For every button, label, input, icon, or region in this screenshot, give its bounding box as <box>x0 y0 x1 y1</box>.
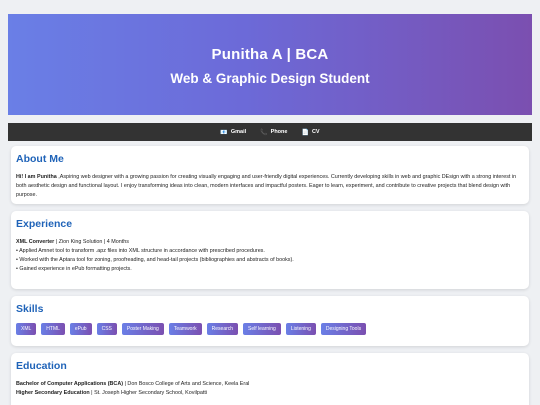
experience-role-line: XML Converter | Zion King Solution | 4 M… <box>16 238 524 247</box>
phone-icon: 📞 <box>260 129 268 136</box>
skill-tag-list: XML HTML ePub CSS Poster Making Teamwork… <box>16 323 524 335</box>
nav-cv-link[interactable]: 📄 CV <box>301 129 319 136</box>
skill-tag: HTML <box>41 323 65 335</box>
education-degree: Higher Secondary Education <box>16 389 90 396</box>
skills-section: Skills XML HTML ePub CSS Poster Making T… <box>11 296 529 346</box>
experience-section: Experience XML Converter | Zion King Sol… <box>11 211 529 289</box>
skill-tag: Listening <box>285 323 316 335</box>
skill-tag: Poster Making <box>121 323 164 335</box>
page-title: Punitha A | BCA <box>211 46 329 63</box>
nav-phone-link[interactable]: 📞 Phone <box>260 129 287 136</box>
nav-cv-label: CV <box>311 129 320 135</box>
page-subtitle: Web & Graphic Design Student <box>170 71 370 86</box>
skill-tag: Teamwork <box>168 323 202 335</box>
education-school: | Don Bosco College of Arts and Science,… <box>123 381 250 387</box>
experience-company: | Zion King Solution | 4 Months <box>54 239 129 245</box>
skill-tag: CSS <box>96 323 117 335</box>
experience-heading: Experience <box>16 218 73 230</box>
about-text: Hi! I am Punitha ,Aspiring web designer … <box>16 173 524 200</box>
about-heading: About Me <box>16 153 64 165</box>
education-school: | St. Joseph Higher Secondary School, Ko… <box>89 389 208 396</box>
skill-tag: Research <box>206 323 239 335</box>
skills-heading: Skills <box>16 303 44 315</box>
nav-phone-label: Phone <box>270 129 288 135</box>
experience-bullet: • Gained experience in ePub formatting p… <box>16 265 132 272</box>
education-degree: Bachelor of Computer Applications (BCA) <box>16 381 124 387</box>
skill-tag: ePub <box>69 323 92 335</box>
skill-tag: Designing Tools <box>320 323 367 335</box>
education-entry: Bachelor of Computer Applications (BCA) … <box>16 380 524 389</box>
experience-bullet: • Worked with the Aptara tool for zoning… <box>16 256 294 263</box>
education-heading: Education <box>16 360 67 372</box>
skill-tag: Self learning <box>243 323 281 335</box>
education-section: Education Bachelor of Computer Applicati… <box>11 353 529 405</box>
experience-role: XML Converter <box>16 239 55 245</box>
nav-gmail-label: Gmail <box>230 129 247 135</box>
mail-icon: 📧 <box>220 129 228 136</box>
education-entry: Higher Secondary Education | St. Joseph … <box>16 389 524 398</box>
contact-navbar: 📧 Gmail 📞 Phone 📄 CV <box>8 123 532 141</box>
document-icon: 📄 <box>301 129 309 136</box>
experience-bullet: • Applied Amnet tool to transform .apz f… <box>16 247 265 254</box>
hero-banner: Punitha A | BCA Web & Graphic Design Stu… <box>8 14 532 115</box>
about-intro: Hi! I am Punitha <box>16 174 57 180</box>
nav-gmail-link[interactable]: 📧 Gmail <box>220 129 246 136</box>
about-body: ,Aspiring web designer with a growing pa… <box>16 174 517 198</box>
about-section: About Me Hi! I am Punitha ,Aspiring web … <box>11 146 529 204</box>
skill-tag: XML <box>16 323 37 335</box>
